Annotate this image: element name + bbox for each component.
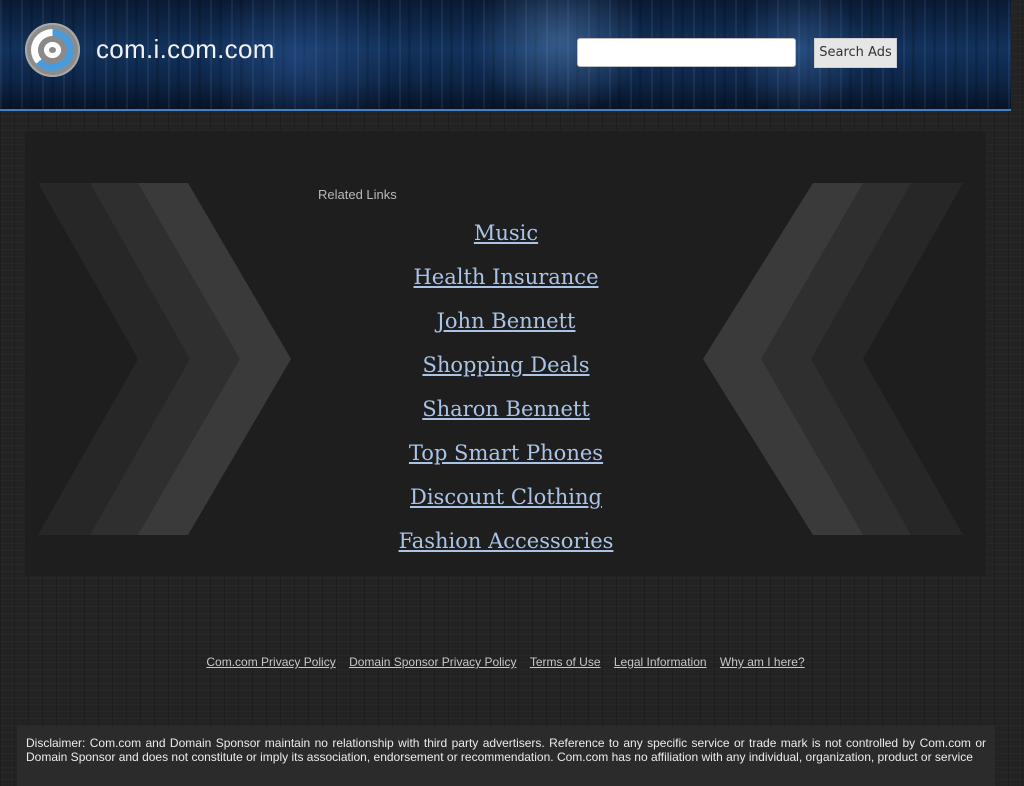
privacy-policy-link[interactable]: Com.com Privacy Policy (206, 655, 335, 669)
disclaimer-text: Disclaimer: Com.com and Domain Sponsor m… (17, 726, 995, 786)
list-item: Health Insurance (306, 261, 706, 305)
related-links-list: Music Health Insurance John Bennett Shop… (306, 217, 706, 569)
why-am-i-here-link[interactable]: Why am I here? (720, 655, 805, 669)
related-links-panel: Related Links Music Health Insurance Joh… (25, 131, 986, 576)
terms-of-use-link[interactable]: Terms of Use (530, 655, 601, 669)
related-link-sharon-bennett[interactable]: Sharon Bennett (422, 397, 590, 421)
list-item: Shopping Deals (306, 349, 706, 393)
related-link-health-insurance[interactable]: Health Insurance (413, 265, 598, 289)
footer-links: Com.com Privacy Policy Domain Sponsor Pr… (0, 655, 1011, 669)
related-link-john-bennett[interactable]: John Bennett (436, 309, 575, 333)
related-link-music[interactable]: Music (474, 221, 538, 245)
related-links-label: Related Links (318, 187, 397, 202)
list-item: Music (306, 217, 706, 261)
com-logo-icon[interactable] (25, 23, 80, 77)
related-link-top-smart-phones[interactable]: Top Smart Phones (409, 441, 603, 465)
domain-sponsor-privacy-link[interactable]: Domain Sponsor Privacy Policy (349, 655, 516, 669)
list-item: Fashion Accessories (306, 525, 706, 569)
related-link-fashion-accessories[interactable]: Fashion Accessories (399, 529, 614, 553)
list-item: John Bennett (306, 305, 706, 349)
chevron-right-icon (38, 183, 291, 535)
legal-information-link[interactable]: Legal Information (614, 655, 707, 669)
site-title: com.i.com.com (96, 34, 275, 64)
related-link-shopping-deals[interactable]: Shopping Deals (422, 353, 589, 377)
list-item: Sharon Bennett (306, 393, 706, 437)
list-item: Top Smart Phones (306, 437, 706, 481)
search-ads-button[interactable]: Search Ads (814, 38, 897, 68)
list-item: Discount Clothing (306, 481, 706, 525)
related-link-discount-clothing[interactable]: Discount Clothing (410, 485, 602, 509)
site-header: com.i.com.com Search Ads (0, 0, 1011, 111)
chevron-left-icon (703, 183, 963, 535)
search-input[interactable] (577, 38, 796, 67)
